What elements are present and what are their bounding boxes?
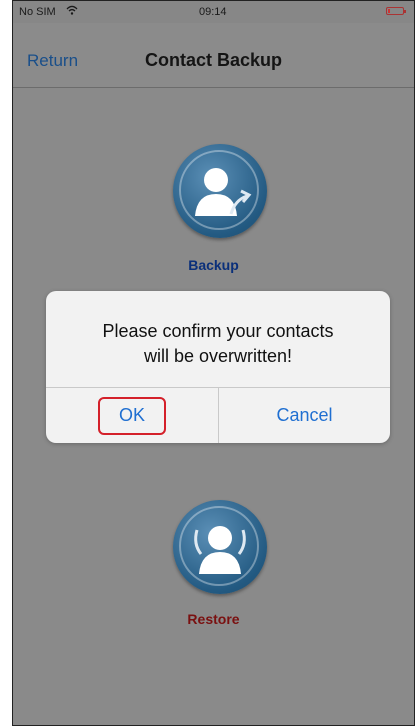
status-bar: No SIM 09:14: [13, 1, 414, 23]
wifi-icon: [66, 4, 78, 19]
battery-low-icon: [386, 7, 406, 15]
dialog-message: Please confirm your contacts will be ove…: [60, 319, 376, 369]
dialog-message-line1: Please confirm your contacts: [102, 321, 334, 341]
restore-label[interactable]: Restore: [13, 611, 414, 627]
confirm-dialog: Please confirm your contacts will be ove…: [46, 291, 390, 443]
ok-button[interactable]: OK: [46, 388, 218, 443]
backup-label[interactable]: Backup: [13, 257, 414, 273]
clock: 09:14: [199, 6, 227, 18]
navigation-bar: Return Contact Backup: [13, 23, 414, 88]
main-content: Backup Restore Please confirm your conta…: [13, 88, 414, 725]
contact-restore-icon[interactable]: [173, 500, 267, 594]
phone-screen: No SIM 09:14 Return Contact Backup Backu…: [12, 0, 415, 726]
carrier-label: No SIM: [19, 6, 56, 18]
page-title: Contact Backup: [144, 50, 283, 70]
cancel-button[interactable]: Cancel: [219, 388, 390, 443]
dialog-message-line2: will be overwritten!: [143, 346, 293, 366]
contact-backup-icon[interactable]: [173, 144, 267, 238]
